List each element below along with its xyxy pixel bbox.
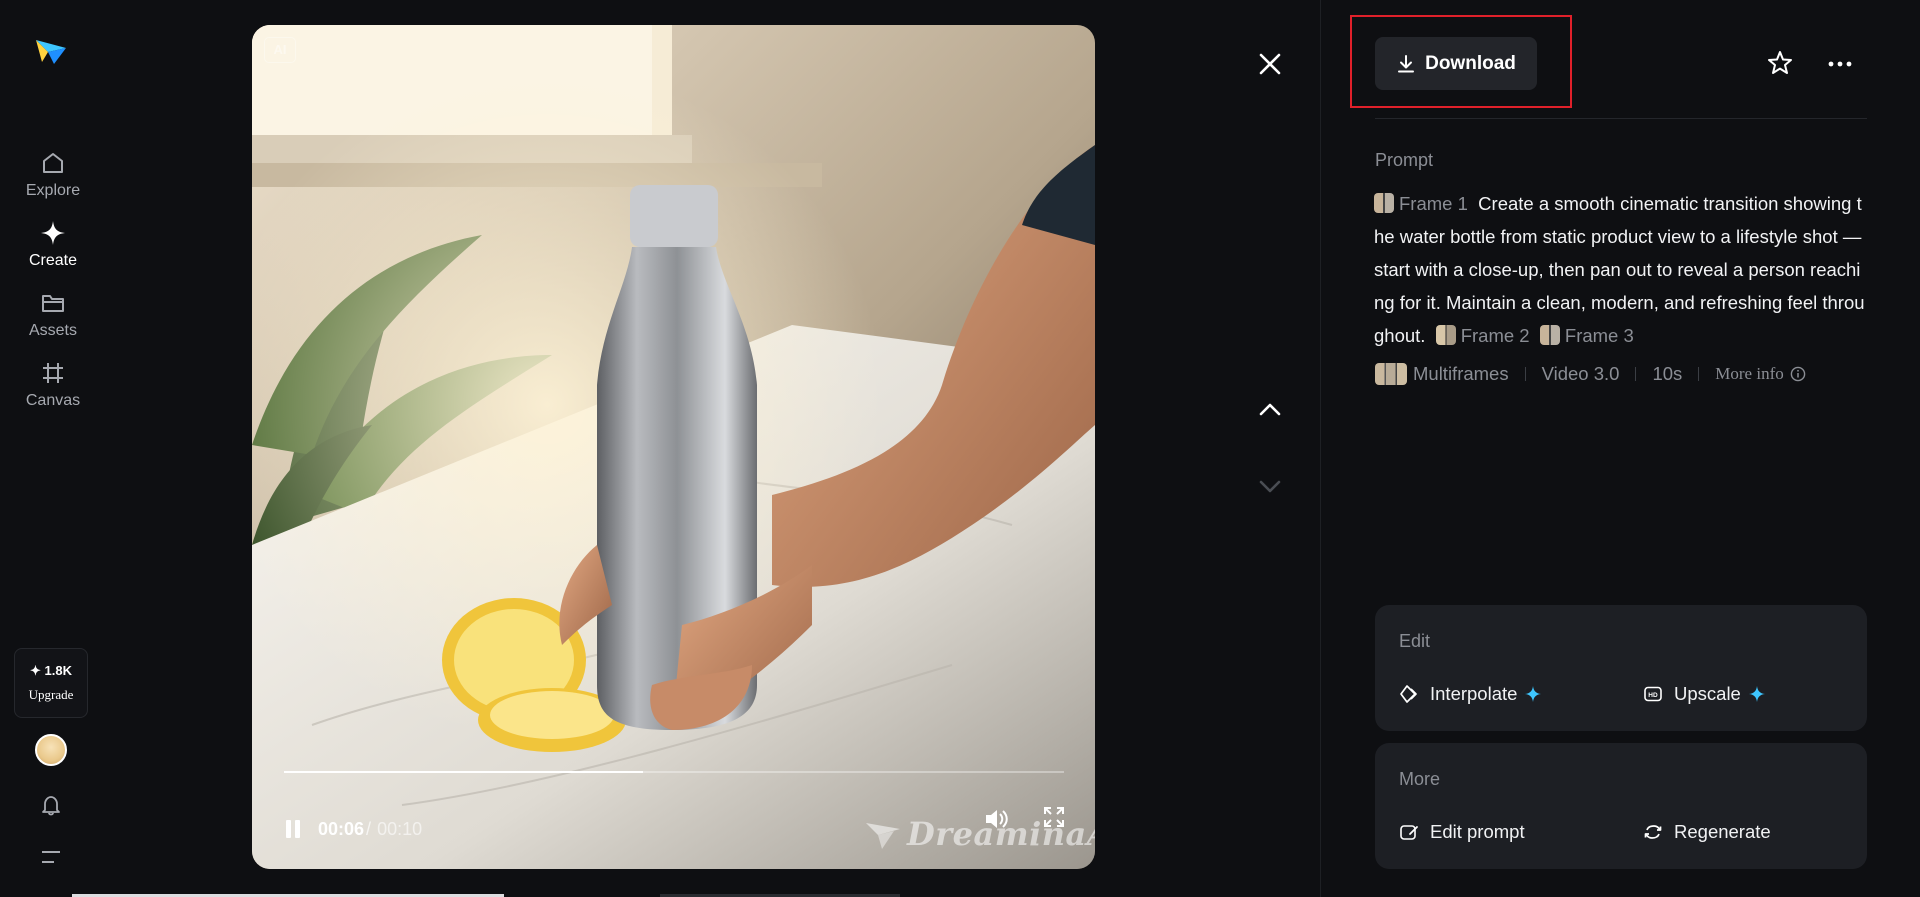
app-root: Explore Create Assets Canvas ✦ 1.8K Upgr… (0, 0, 1920, 897)
current-time: 00:06 (318, 818, 365, 839)
prompt-text[interactable]: Frame 1 Create a smooth cinematic transi… (1374, 187, 1868, 352)
sidebar-item-label: Canvas (25, 392, 81, 409)
interpolate-label: Interpolate (1430, 683, 1518, 704)
header-divider (1375, 118, 1867, 119)
total-time: 00:10 (377, 818, 423, 839)
edit-prompt-button[interactable]: Edit prompt (1399, 821, 1525, 843)
sidebar-item-label: Explore (25, 182, 81, 199)
fullscreen-icon[interactable] (1042, 805, 1066, 829)
interpolate-button[interactable]: Interpolate (1399, 683, 1542, 705)
video-player[interactable]: AI 00:06 / 00:10 DreaminaAI (252, 25, 1095, 869)
frame-thumbnail (1539, 325, 1560, 345)
upscale-button[interactable]: HD Upscale (1643, 683, 1765, 705)
more-card: More Edit prompt Regenerate (1375, 743, 1867, 869)
meta-separator (1698, 367, 1700, 381)
regenerate-button[interactable]: Regenerate (1643, 821, 1771, 843)
menu-icon[interactable] (42, 850, 60, 864)
info-icon (1790, 366, 1806, 382)
edit-prompt-label: Edit prompt (1430, 821, 1525, 842)
upgrade-button[interactable]: ✦ 1.8K Upgrade (14, 648, 88, 718)
video-progress-bar[interactable] (284, 771, 1064, 773)
more-card-title: More (1399, 769, 1441, 789)
canvas-icon (43, 363, 63, 383)
generation-meta: Multiframes Video 3.0 10s More info (1375, 362, 1806, 386)
edit-icon (1400, 825, 1418, 840)
star-icon[interactable] (1766, 49, 1794, 77)
prompt-description: Create a smooth cinematic transition sho… (1374, 193, 1865, 346)
frame-2-chip[interactable]: Frame 2 (1435, 325, 1530, 346)
multiframes-thumbnail (1375, 363, 1407, 385)
upscale-label: Upscale (1674, 683, 1741, 704)
meta-model: Video 3.0 (1541, 363, 1620, 384)
sidebar-item-canvas[interactable]: Canvas (0, 360, 106, 410)
upgrade-label: Upgrade (28, 687, 74, 702)
sidebar-item-explore[interactable]: Explore (0, 150, 106, 200)
chevron-down-icon[interactable] (1256, 472, 1284, 500)
time-separator: / (366, 818, 372, 839)
player-controls: 00:06 / 00:10 (280, 813, 422, 845)
regenerate-icon (1644, 825, 1662, 839)
dreamina-logo-icon[interactable] (34, 34, 68, 68)
more-options-icon[interactable] (1826, 50, 1854, 78)
more-info-label: More info (1715, 364, 1784, 383)
frame-1-label: Frame 1 (1399, 193, 1468, 214)
frame-3-label: Frame 3 (1564, 325, 1634, 346)
meta-mode: Multiframes (1413, 363, 1509, 384)
frame-thumbnail (1435, 325, 1456, 345)
folder-icon (42, 295, 64, 312)
pause-button[interactable] (280, 816, 306, 842)
chevron-up-icon[interactable] (1256, 396, 1284, 424)
edit-card: Edit Interpolate HD Upscale (1375, 605, 1867, 731)
sidebar-item-label: Assets (28, 322, 77, 339)
sparkle-icon (1748, 686, 1765, 702)
prompt-heading: Prompt (1375, 150, 1434, 170)
frame-thumbnail (1374, 193, 1394, 213)
close-icon[interactable] (1256, 50, 1284, 78)
watermark-logo-icon (866, 823, 900, 849)
home-icon (43, 153, 63, 173)
sidebar-item-create[interactable]: Create (0, 220, 106, 270)
sidebar-item-label: Create (28, 252, 78, 269)
frame-3-chip[interactable]: Frame 3 (1539, 325, 1634, 346)
video-frame-image (252, 25, 1095, 869)
regenerate-label: Regenerate (1674, 821, 1771, 842)
meta-separator (1524, 367, 1526, 381)
svg-text:HD: HD (1648, 692, 1658, 699)
hd-icon: HD (1644, 686, 1662, 702)
interpolate-icon (1400, 685, 1417, 703)
frame-2-label: Frame 2 (1460, 325, 1530, 346)
download-icon (1398, 54, 1415, 72)
bell-icon[interactable] (40, 794, 62, 816)
video-progress-fill (284, 771, 643, 773)
panel-divider (1320, 0, 1321, 897)
edit-card-title: Edit (1399, 631, 1431, 651)
more-info-link[interactable]: More info (1715, 364, 1806, 384)
meta-separator (1635, 367, 1637, 381)
ai-generated-badge: AI (264, 37, 296, 63)
credits-count: ✦ 1.8K (30, 663, 72, 678)
download-label: Download (1425, 52, 1516, 74)
download-button[interactable]: Download (1375, 37, 1537, 90)
frame-1-chip[interactable]: Frame 1 (1374, 193, 1468, 214)
sidebar-item-assets[interactable]: Assets (0, 290, 106, 340)
sidebar: Explore Create Assets Canvas ✦ 1.8K Upgr… (0, 0, 106, 897)
sparkle-icon (41, 221, 65, 245)
volume-icon[interactable] (982, 805, 1010, 833)
sparkle-icon (1525, 686, 1542, 702)
avatar[interactable] (35, 734, 67, 766)
meta-duration: 10s (1652, 363, 1683, 384)
